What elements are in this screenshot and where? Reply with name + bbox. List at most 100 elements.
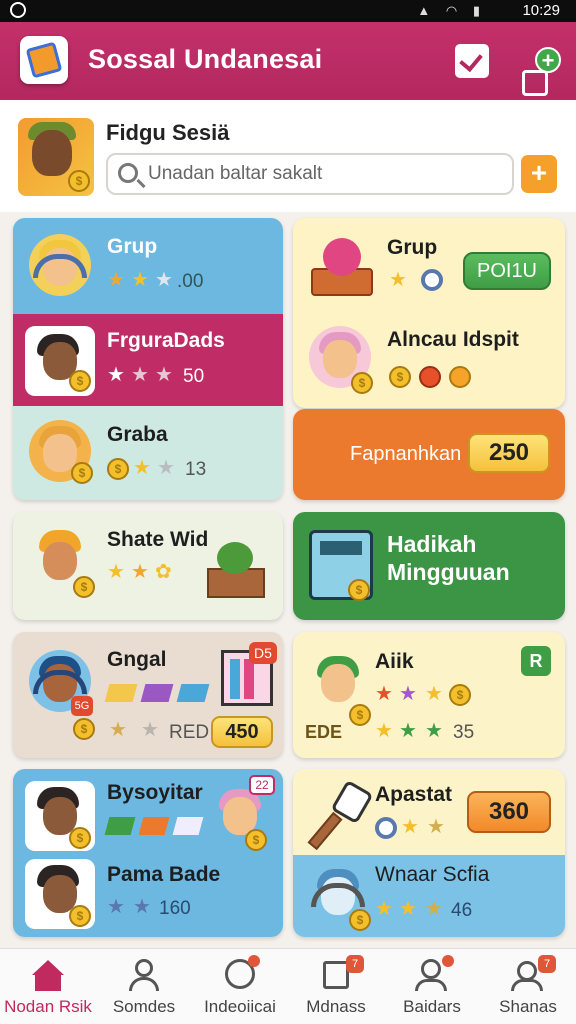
nav-label: Mdnass [306, 997, 366, 1016]
item-title: Graba [107, 423, 168, 446]
group-card-right[interactable]: Grup ★ POI1U $ Alncau Idspit $ [293, 218, 565, 408]
item-card[interactable]: $ Aiik R ★ ★ ★ $ ЕDE ★ ★ ★ 35 [293, 632, 565, 758]
star-icon: ★ [375, 683, 393, 705]
profile-name: Fidgu Sesiä [106, 120, 230, 145]
coin-icon: $ [68, 170, 90, 192]
item-title: FrguraDads [107, 329, 225, 352]
nav-label: Indeoiicai [204, 997, 276, 1016]
star-icon: ★ [107, 561, 125, 583]
coin-icon: $ [69, 827, 91, 849]
list-item[interactable]: $ Graba $ ★ ★ 13 [13, 406, 283, 500]
item-tag: RED [169, 722, 210, 743]
nav-messages[interactable]: 7 Mdnass [288, 949, 384, 1024]
item-title: Alncau Idspit [387, 328, 519, 351]
star-icon: ★ [157, 457, 175, 479]
item-card[interactable]: $ Bysoyitar $ 22 $ Pama Bade ★ ★ 160 [13, 769, 283, 937]
item-title: Aiik [375, 650, 414, 673]
hammer-icon [307, 779, 374, 851]
list-item[interactable]: $ Wnaar Scfia ★ ★ ★ 46 [293, 855, 565, 937]
plant-crate-icon [203, 538, 269, 604]
item-value: 50 [183, 366, 205, 387]
notification-dot [248, 955, 260, 967]
star-icon: ★ [155, 364, 173, 386]
coin-icon: $ [73, 718, 95, 740]
coin-icon: $ [351, 372, 373, 394]
list-item[interactable]: Grup ★ ★ ★ .00 [13, 218, 283, 314]
item-card[interactable]: Apastat ★ ★ 360 $ Wnaar Scfia ★ ★ ★ 46 [293, 769, 565, 937]
item-title: Grup [107, 235, 158, 258]
shop-badge: D5 [249, 642, 277, 664]
star-icon: ★ [131, 364, 149, 386]
list-item[interactable]: Apastat ★ ★ 360 [293, 769, 565, 855]
bonus-card[interactable]: Fapnanhkan 250 [293, 409, 565, 500]
add-button[interactable]: + [521, 155, 557, 193]
nav-explore[interactable]: Indeoiicai [192, 949, 288, 1024]
avatar: $ [29, 420, 93, 484]
item-title: Wnaar Scfia [375, 863, 490, 886]
add-friend-icon[interactable]: + [522, 47, 561, 96]
star-icon: ★ [141, 719, 159, 741]
avatar-badge: 22 [249, 775, 275, 795]
ring-icon [375, 817, 397, 839]
action-button[interactable]: POI1U [463, 252, 551, 290]
rank-badge[interactable]: R [521, 646, 551, 676]
star-icon: ★ [425, 720, 443, 742]
item-title: Gngal [107, 648, 167, 671]
star-icon: ★ [155, 269, 173, 291]
star-icon: ★ [425, 898, 443, 920]
item-card[interactable]: $ Shate Wid ★ ★ ✿ [13, 512, 283, 620]
star-icon: ★ [399, 720, 417, 742]
star-icon: ★ [133, 457, 151, 479]
star-icon: ★ [107, 896, 125, 918]
user-avatar[interactable]: $ [18, 118, 94, 196]
star-icon: ★ [399, 683, 417, 705]
status-bar: ▲ ◠ ▮ 10:29 [0, 0, 576, 22]
app-logo[interactable] [20, 36, 68, 84]
coin-icon: $ [69, 370, 91, 392]
avatar: $ [25, 781, 95, 851]
profile-section: $ Fidgu Sesiä + [0, 100, 576, 212]
avatar: $ [309, 326, 373, 394]
avatar [29, 234, 91, 296]
calculator-icon: $ [309, 530, 373, 601]
nav-home[interactable]: Nodan Rsik [0, 949, 96, 1024]
coin-icon: $ [449, 684, 471, 706]
nav-friends[interactable]: Somdes [96, 949, 192, 1024]
notification-dot [442, 955, 454, 967]
coin-icon: $ [349, 704, 371, 726]
group-card-left[interactable]: Grup ★ ★ ★ .00 $ FrguraDads ★ ★ ★ 50 $ G… [13, 218, 283, 500]
star-icon: ★ [375, 720, 393, 742]
avatar: $ [25, 859, 95, 929]
item-value: 13 [185, 459, 207, 480]
search-box[interactable] [106, 153, 514, 195]
ball-icon [419, 366, 441, 388]
item-value: 46 [451, 900, 473, 921]
check-icon[interactable] [455, 44, 489, 78]
item-title: Hadikah Mingguuan [387, 531, 510, 585]
item-value: .00 [177, 271, 204, 292]
weekly-card[interactable]: $ Hadikah Mingguuan [293, 512, 565, 620]
app-title: Sossal Undanesai [88, 44, 323, 74]
item-value: 450 [211, 716, 273, 748]
avatar: $ [307, 650, 371, 726]
coin-icon: $ [69, 905, 91, 927]
user-icon [127, 959, 161, 991]
nav-label: Baidars [403, 997, 461, 1016]
star-icon: ★ [107, 269, 125, 291]
pie-icon [449, 366, 471, 388]
item-card[interactable]: $ 5G Gngal D5 ★ ★ RED 450 [13, 632, 283, 758]
bonus-label: Fapnanhkan [350, 443, 462, 465]
clock: 10:29 [522, 2, 560, 19]
search-input[interactable] [148, 161, 498, 187]
item-title: Shate Wid [107, 528, 209, 551]
nav-leaderboard[interactable]: Baidars [384, 949, 480, 1024]
star-icon: ★ [131, 269, 149, 291]
list-item[interactable]: $ FrguraDads ★ ★ ★ 50 [13, 314, 283, 406]
bonus-value: 250 [468, 433, 550, 473]
coin-icon: $ [349, 909, 371, 931]
avatar: $ [307, 863, 371, 931]
app-status-icon [10, 2, 26, 18]
item-value: 35 [453, 722, 475, 743]
corner-badge: 5G [71, 696, 93, 716]
nav-share[interactable]: 7 Shanas [480, 949, 576, 1024]
